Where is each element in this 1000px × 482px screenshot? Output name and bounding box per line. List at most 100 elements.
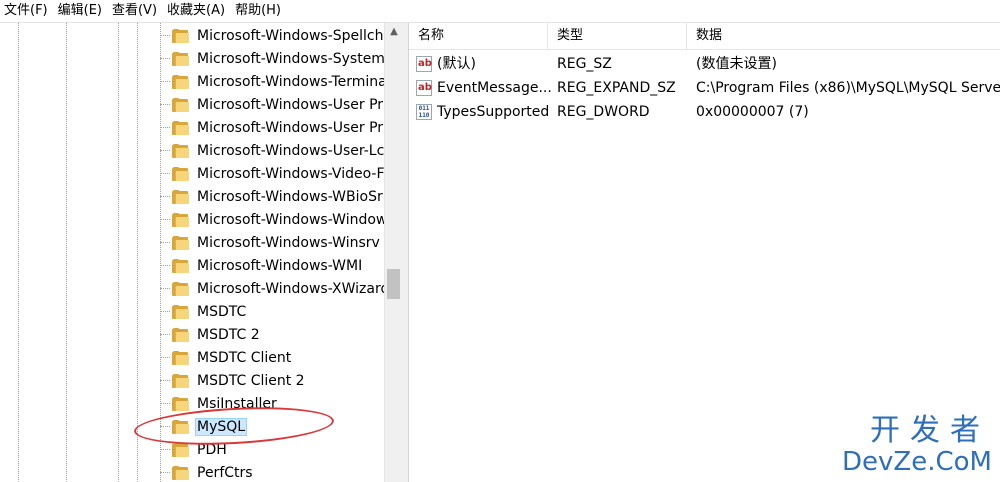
tree-connector [160,150,170,151]
tree-item[interactable]: MSDTC Client [160,346,293,369]
tree-connector [160,173,170,174]
tree-connector [160,219,170,220]
folder-icon [172,396,189,411]
tree-connector [160,449,170,450]
tree-item[interactable]: Microsoft-Windows-XWizard [160,277,384,300]
folder-icon [172,97,189,112]
tree-item-label: Microsoft-Windows-User Pr [197,96,384,113]
registry-value-list[interactable]: 名称 类型 数据 ab (默认) REG_SZ (数值未设置) ab EventMessa… [409,23,1000,482]
menu-view[interactable]: 查看(V) [108,0,163,22]
tree-connector [160,196,170,197]
value-row[interactable]: ab EventMessage... REG_EXPAND_SZ C:\Program… [409,76,1000,100]
folder-icon [172,120,189,135]
folder-icon [172,143,189,158]
tree-item-label: MSDTC Client [197,349,292,366]
menu-file[interactable]: 文件(F) [0,0,54,22]
tree-item[interactable]: Microsoft-Windows-Window [160,208,384,231]
tree-item-label: Microsoft-Windows-XWizard [197,280,384,297]
column-header-data[interactable]: 数据 [687,23,1000,49]
folder-icon [172,419,189,434]
menu-favorites[interactable]: 收藏夹(A) [163,0,231,22]
folder-icon [172,327,189,342]
tree-item[interactable]: MsiInstaller [160,392,279,415]
tree-item-label: Microsoft-Windows-User Pr [197,119,384,136]
column-header-type[interactable]: 类型 [548,23,687,49]
folder-icon [172,304,189,319]
menu-bar: 文件(F) 编辑(E) 查看(V) 收藏夹(A) 帮助(H) [0,0,1000,23]
tree-item[interactable]: Microsoft-Windows-Spellche [160,24,384,47]
tree-item[interactable]: Microsoft-Windows-Video-F [160,162,384,185]
folder-icon [172,212,189,227]
string-value-icon: ab [416,80,432,96]
tree-guide-line [66,23,67,482]
binary-value-icon: 011 110 [416,104,432,120]
tree-connector [160,81,170,82]
value-type: REG_DWORD [557,104,650,120]
tree-item[interactable]: Microsoft-Windows-WMI [160,254,364,277]
tree-connector [160,357,170,358]
tree-item[interactable]: Microsoft-Windows-WBioSr [160,185,384,208]
folder-icon [172,189,189,204]
tree-item[interactable]: Microsoft-Windows-System- [160,47,384,70]
registry-key-tree[interactable]: Microsoft-Windows-Spellche Microsoft-Wind… [0,23,384,482]
tree-guide-line [118,23,119,482]
folder-icon [172,373,189,388]
tree-item[interactable]: Microsoft-Windows-User-Lc [160,139,384,162]
tree-item-label: PerfCtrs [197,464,253,481]
tree-guide-line [18,23,19,482]
tree-item[interactable]: Microsoft-Windows-Winsrv [160,231,382,254]
list-header: 名称 类型 数据 [409,23,1000,50]
tree-item[interactable]: PerfCtrs [160,461,255,482]
tree-item-label: Microsoft-Windows-User-Lc [197,142,384,159]
menu-help[interactable]: 帮助(H) [231,0,287,22]
tree-connector [160,380,170,381]
tree-connector [160,472,170,473]
tree-connector [160,104,170,105]
value-row[interactable]: 011 110 TypesSupported REG_DWORD 0x00000007… [409,100,1000,124]
tree-connector [160,311,170,312]
tree-item-label: Microsoft-Windows-Window [197,211,384,228]
folder-icon [172,258,189,273]
folder-icon [172,166,189,181]
scroll-up-arrow-icon[interactable]: ▲ [385,23,403,41]
tree-item[interactable]: Microsoft-Windows-Termina [160,70,384,93]
value-row[interactable]: ab (默认) REG_SZ (数值未设置) [409,52,1000,76]
tree-item-label: Microsoft-Windows-Winsrv [197,234,380,251]
folder-icon [172,235,189,250]
tree-connector [160,288,170,289]
tree-item[interactable]: PDH [160,438,229,461]
value-type: REG_EXPAND_SZ [557,80,676,96]
tree-connector [160,334,170,335]
pane-splitter[interactable] [402,23,409,482]
tree-item-label: MSDTC 2 [197,326,260,343]
tree-item[interactable]: Microsoft-Windows-User Pr [160,93,384,116]
folder-icon [172,350,189,365]
tree-item-label: Microsoft-Windows-WMI [197,257,363,274]
tree-item-label: Microsoft-Windows-System- [197,50,384,67]
tree-item-label: Microsoft-Windows-Spellche [197,27,384,44]
tree-scrollbar[interactable]: ▲ [384,23,403,482]
scrollbar-thumb[interactable] [387,269,400,299]
string-value-icon: ab [416,56,432,72]
tree-connector [160,426,170,427]
tree-item[interactable]: MySQL [160,415,248,438]
tree-item-label: PDH [197,441,227,458]
tree-item-label: Microsoft-Windows-WBioSr [197,188,383,205]
value-name: (默认) [437,56,476,72]
value-data: 0x00000007 (7) [696,104,809,120]
value-data: C:\Program Files (x86)\MySQL\MySQL Serve… [696,80,1000,96]
tree-item-label: MSDTC [197,303,247,320]
tree-item[interactable]: Microsoft-Windows-User Pr [160,116,384,139]
tree-connector [160,265,170,266]
value-type: REG_SZ [557,56,612,72]
tree-connector [160,58,170,59]
tree-item[interactable]: MSDTC Client 2 [160,369,307,392]
menu-edit[interactable]: 编辑(E) [54,0,108,22]
folder-icon [172,74,189,89]
column-header-name[interactable]: 名称 [409,23,548,49]
tree-connector [160,35,170,36]
tree-connector [160,127,170,128]
tree-item[interactable]: MSDTC 2 [160,323,262,346]
tree-item[interactable]: MSDTC [160,300,248,323]
folder-icon [172,28,189,43]
